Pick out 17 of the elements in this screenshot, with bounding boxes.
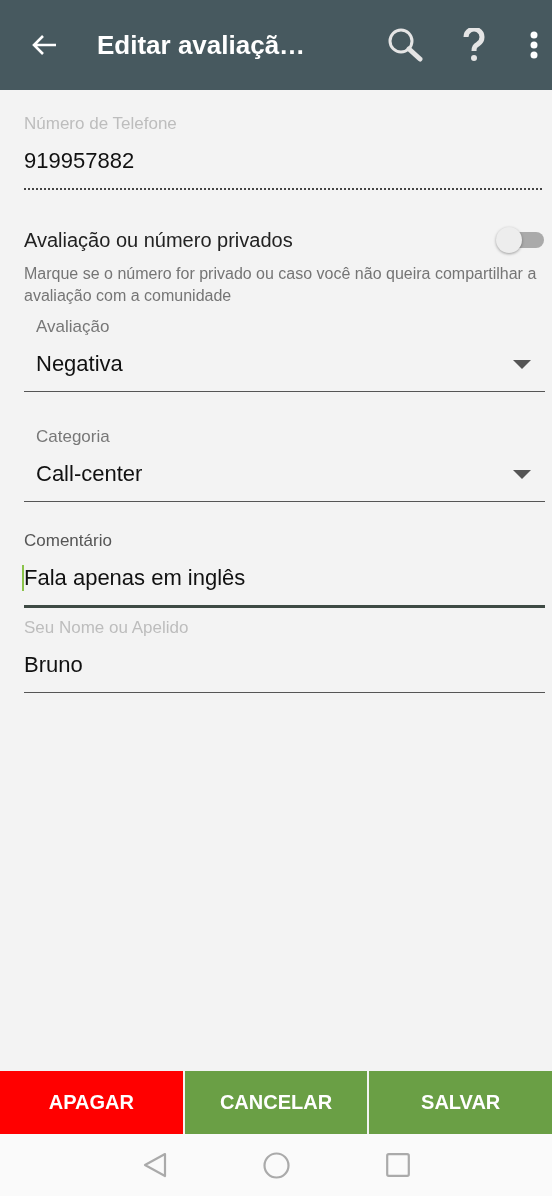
- help-text: Marque se o número for privado ou caso você não queira compartilhar a avaliação com a comunidade: [24, 264, 538, 306]
- field-label: Comentário: [24, 531, 113, 551]
- action-button[interactable]: APAGAR: [0, 1071, 183, 1134]
- search-icon[interactable]: [387, 27, 423, 63]
- field-label: Avaliação: [35, 317, 111, 337]
- dropdown[interactable]: Call-center: [24, 461, 545, 502]
- caret-icon: [513, 469, 531, 479]
- input-field[interactable]: Bruno: [24, 652, 545, 693]
- dropdown[interactable]: Negativa: [24, 351, 545, 392]
- help-icon[interactable]: [463, 28, 485, 62]
- screen-title: Editar avaliaçã…: [97, 29, 307, 61]
- toggle-switch[interactable]: [496, 227, 546, 253]
- input-field[interactable]: Fala apenas em inglês: [24, 565, 545, 608]
- more-icon[interactable]: [530, 31, 538, 59]
- caret-icon: [513, 359, 531, 369]
- toggle-label: Avaliação ou número privados: [24, 228, 294, 252]
- field-label: Categoria: [35, 427, 111, 447]
